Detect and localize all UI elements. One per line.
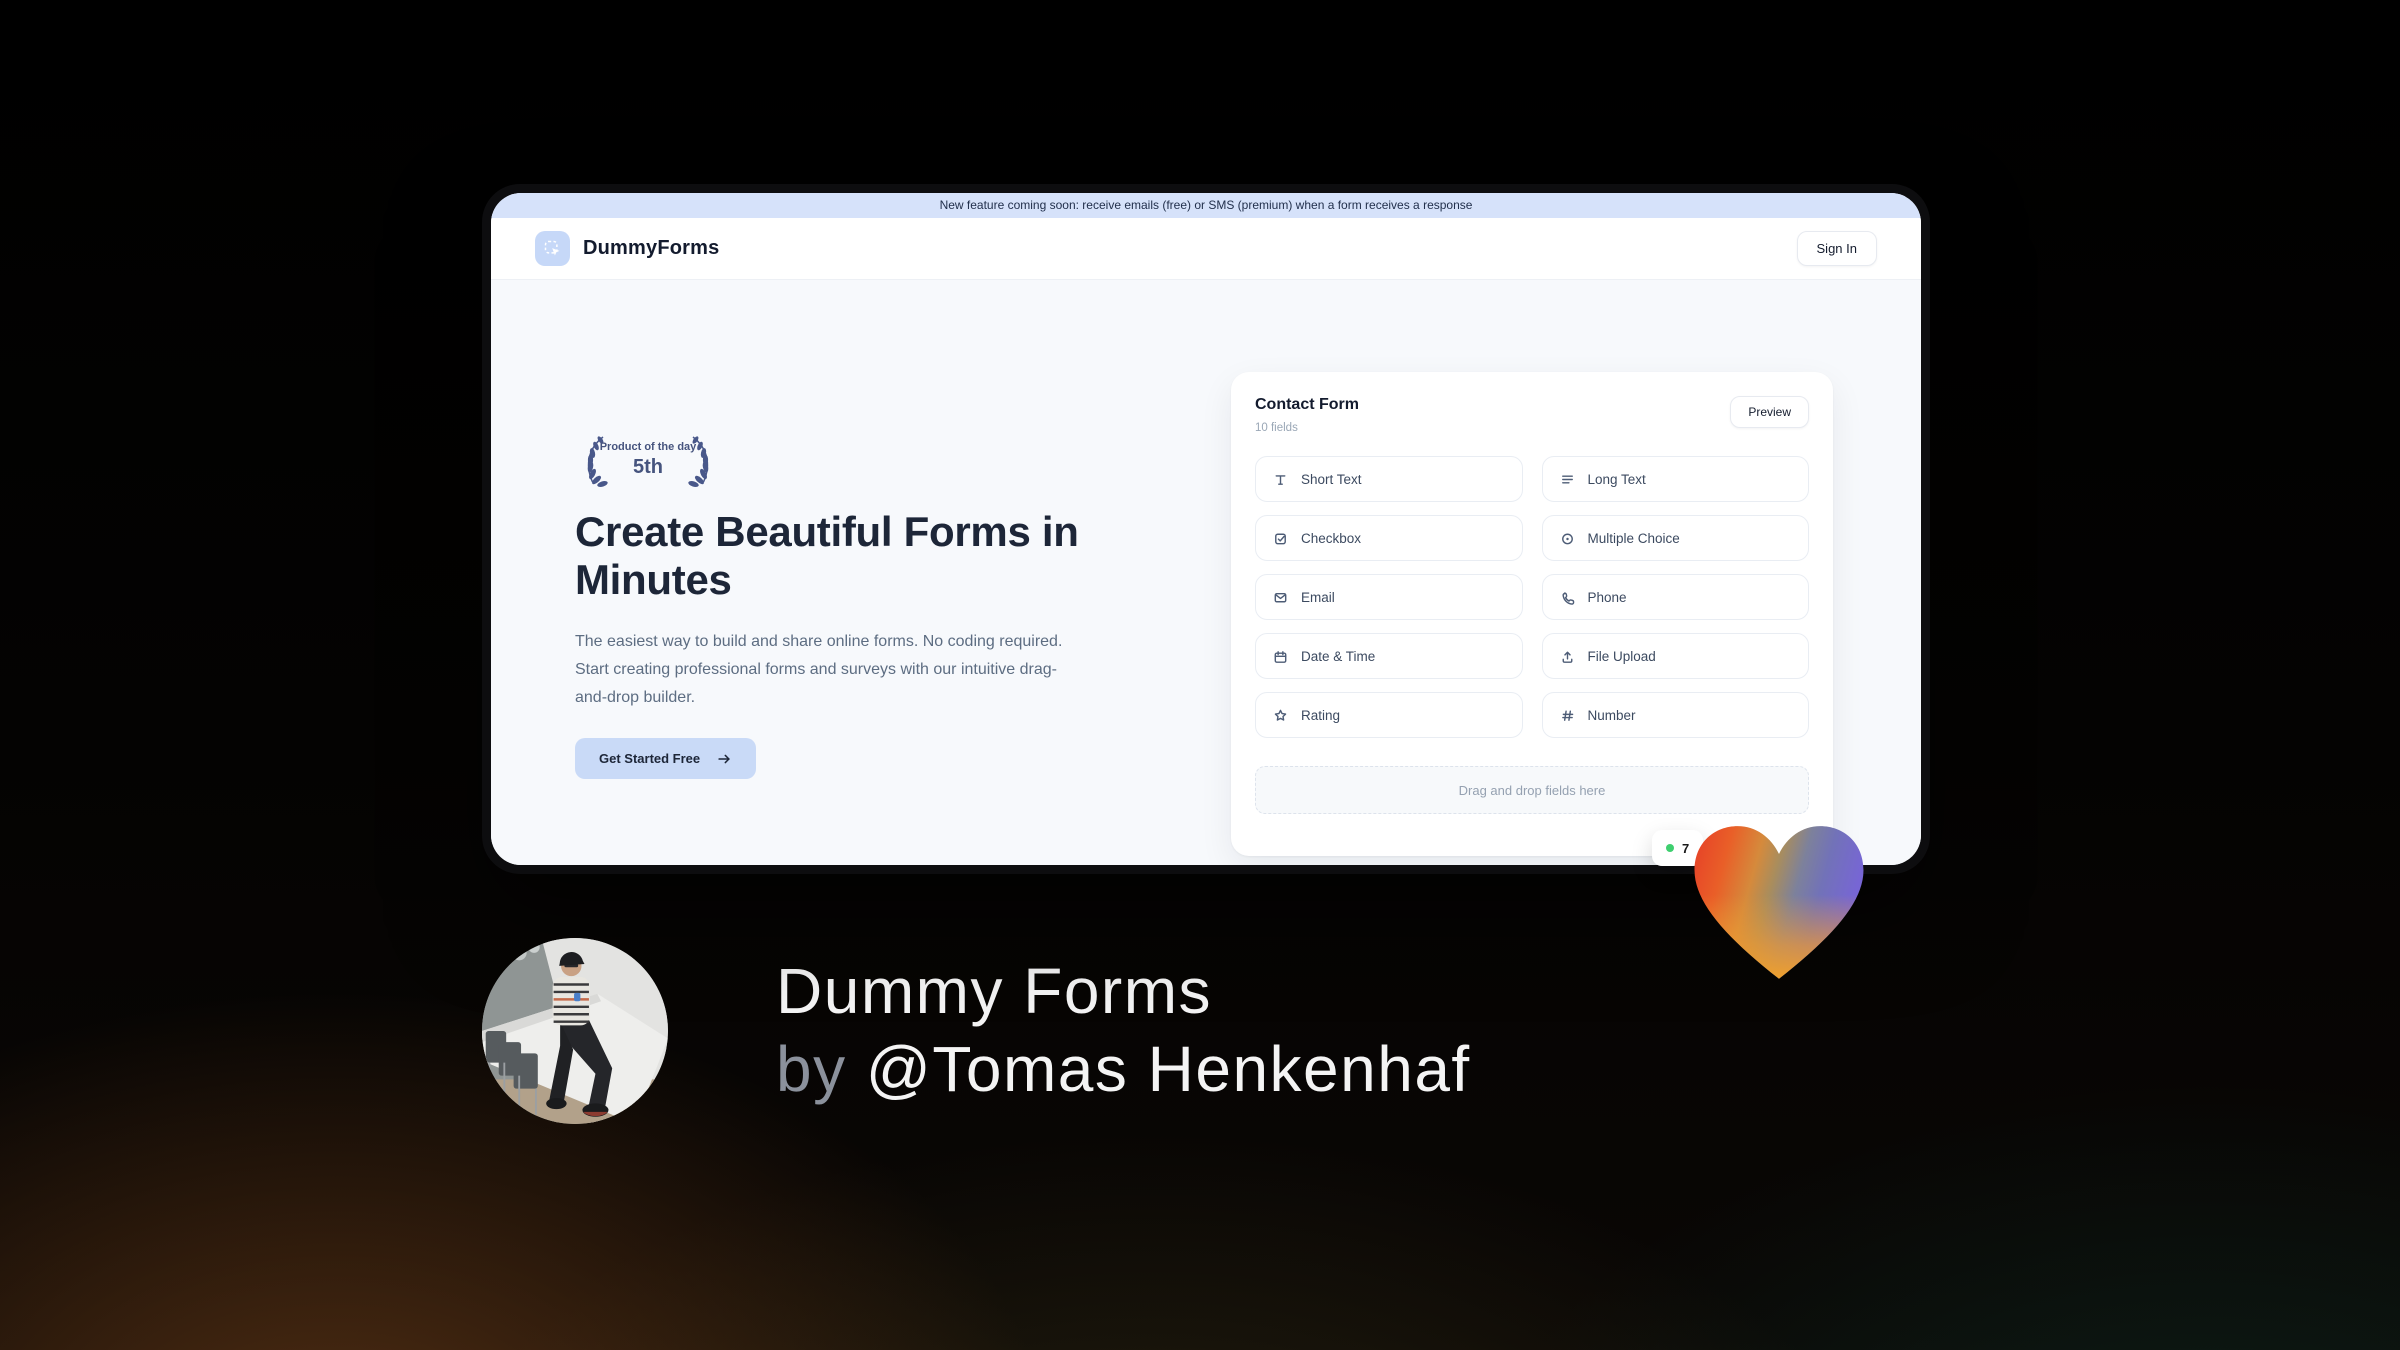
product-of-the-day-badge: Product of the day 5th [575,432,721,488]
hero-description: The easiest way to build and share onlin… [575,633,1063,706]
phone-icon [1561,591,1574,605]
field-long-text[interactable]: Long Text [1541,456,1809,502]
multiple-choice-icon [1561,533,1573,544]
gradient-heart-icon [1683,816,1875,988]
browser-window: New feature coming soon: receive emails … [482,184,1930,874]
arrow-right-icon [718,754,730,763]
app-header: DummyForms Sign In [491,218,1921,280]
get-started-button[interactable]: Get Started Free [575,738,757,779]
credit-by: by [776,1033,847,1105]
preview-button[interactable]: Preview [1730,396,1809,428]
field-label: File Upload [1587,648,1656,664]
field-label: Date & Time [1301,648,1376,664]
field-label: Phone [1587,589,1627,605]
field-date-time[interactable]: Date & Time [1255,633,1523,679]
announcement-banner: New feature coming soon: receive emails … [491,193,1921,218]
field-label: Rating [1301,707,1341,723]
maker-credit: Dummy Forms by @Tomas Henkenhaf [776,952,1471,1108]
app-page: New feature coming soon: receive emails … [491,193,1921,865]
panel-header: Contact Form 10 fields Preview [1255,396,1809,434]
checkbox-icon [1275,533,1286,544]
hash-icon [1561,710,1573,721]
brand: DummyForms [535,231,719,266]
credit-product-name: Dummy Forms [776,955,1213,1027]
field-label: Multiple Choice [1587,530,1680,546]
upload-icon [1562,651,1572,663]
field-phone[interactable]: Phone [1541,574,1809,620]
badge-caption: Product of the day [599,441,697,453]
field-label: Short Text [1301,471,1362,487]
long-text-icon [1561,474,1573,484]
badge-rank: 5th [633,456,663,478]
sign-in-button[interactable]: Sign In [1796,231,1877,266]
field-file-upload[interactable]: File Upload [1541,633,1809,679]
field-short-text[interactable]: Short Text [1255,456,1523,502]
field-rating[interactable]: Rating [1255,692,1523,738]
live-dot-icon [1666,844,1674,852]
calendar-icon [1274,650,1287,663]
get-started-label: Get Started Free [599,751,701,766]
email-icon [1274,592,1287,602]
form-field-count: 10 fields [1255,422,1298,434]
field-type-grid: Short Text Long Text Checkbox Multiple C… [1255,456,1809,738]
field-label: Email [1301,589,1335,605]
field-label: Number [1587,707,1636,723]
form-title: Contact Form [1255,396,1359,413]
page-body: Product of the day 5th Create Beautiful … [491,280,1921,865]
short-text-icon [1275,474,1286,485]
brand-name: DummyForms [583,237,720,259]
maker-avatar [482,938,668,1124]
hero-title: Create Beautiful Forms in Minutes [575,508,1079,603]
field-label: Long Text [1587,471,1646,487]
field-multiple-choice[interactable]: Multiple Choice [1541,515,1809,561]
drag-drop-zone[interactable]: Drag and drop fields here [1255,766,1809,814]
field-number[interactable]: Number [1541,692,1809,738]
field-checkbox[interactable]: Checkbox [1255,515,1523,561]
dummyforms-logo-icon [535,231,570,266]
form-builder-panel: Contact Form 10 fields Preview Short Tex… [1231,372,1833,856]
credit-author: @Tomas Henkenhaf [865,1033,1471,1105]
star-icon [1274,709,1287,721]
field-label: Checkbox [1301,530,1362,546]
field-email[interactable]: Email [1255,574,1523,620]
